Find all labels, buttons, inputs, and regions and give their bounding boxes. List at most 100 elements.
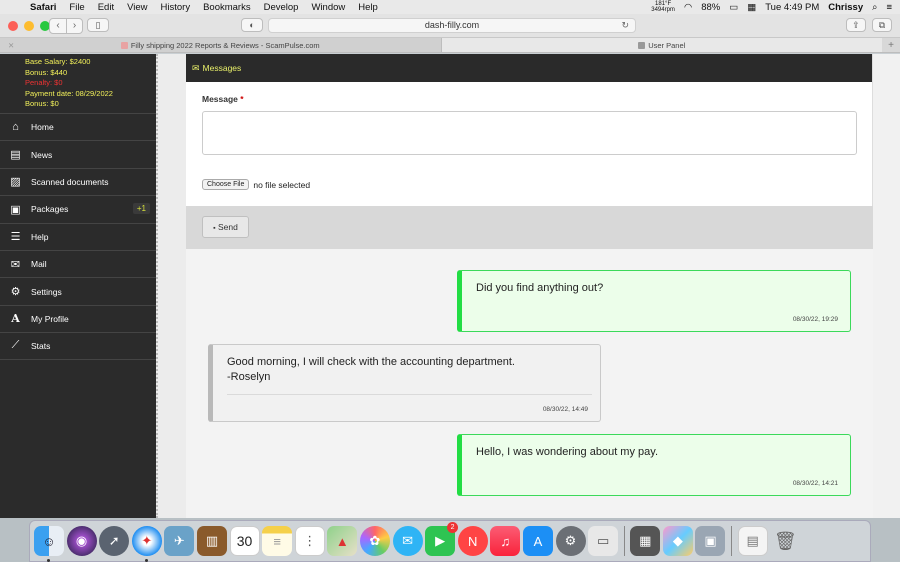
file-upload: Choose File no file selected	[202, 179, 856, 190]
tab-user-panel[interactable]: User Panel	[441, 38, 882, 52]
tab-scampulse[interactable]: ✕ Filly shipping 2022 Reports & Reviews …	[0, 38, 442, 52]
siri-icon[interactable]: ◉	[66, 526, 97, 556]
notes-icon[interactable]: ≡	[262, 526, 293, 556]
privacy-shield-icon[interactable]: ◐	[241, 18, 263, 32]
menu-file[interactable]: File	[69, 2, 84, 13]
close-window-button[interactable]	[8, 21, 18, 31]
image-capture-icon[interactable]: ▣	[695, 526, 726, 556]
menu-edit[interactable]: Edit	[98, 2, 114, 13]
sidebar-item-settings[interactable]: ⚙ Settings	[0, 277, 156, 304]
preview-icon[interactable]: ✈	[164, 526, 195, 556]
menu-window[interactable]: Window	[311, 2, 345, 13]
battery-icon[interactable]: ▭	[729, 2, 738, 13]
bonus: Bonus: $440	[25, 67, 68, 77]
new-tab-icon[interactable]: +	[882, 38, 900, 52]
battery-percent[interactable]: 88%	[701, 2, 720, 13]
instruments-icon[interactable]: ◆	[662, 526, 693, 556]
envelope-icon: ✉	[192, 63, 200, 73]
menu-app-name[interactable]: Safari	[30, 2, 56, 13]
temperature-readout[interactable]: 181°F 3494rpm	[651, 1, 675, 13]
documents-icon: ▨	[10, 176, 21, 189]
sidebar-item-label: Settings	[31, 286, 62, 297]
menu-bookmarks[interactable]: Bookmarks	[203, 2, 251, 13]
safari-icon[interactable]: ✦	[131, 526, 162, 562]
music-icon[interactable]: ♫	[490, 526, 521, 556]
calculator-icon[interactable]: ▦	[630, 526, 661, 556]
user-name[interactable]: Chrissy	[828, 2, 863, 13]
sidebar-item-label: Mail	[31, 259, 47, 270]
address-bar[interactable]: dash-filly.com ↻	[268, 18, 636, 33]
share-icon[interactable]: ⇪	[846, 18, 866, 32]
close-tab-icon[interactable]: ✕	[8, 38, 14, 53]
message-divider	[227, 394, 592, 395]
sidebar-item-home[interactable]: ⌂ Home	[0, 113, 156, 140]
panel-title: Messages	[202, 63, 242, 73]
trash-icon[interactable]: 🗑	[770, 526, 800, 556]
finder-icon[interactable]: ☺	[34, 526, 64, 562]
sidebar-item-scanned-documents[interactable]: ▨ Scanned documents	[0, 167, 156, 195]
messages-icon[interactable]: ✉	[392, 526, 423, 556]
choose-file-button[interactable]: Choose File	[202, 179, 250, 190]
mail-icon: ✉	[10, 258, 21, 271]
send-label: Send	[218, 222, 238, 232]
sidebar-item-label: Stats	[31, 340, 51, 351]
send-button[interactable]: ▪ Send	[202, 216, 249, 238]
menu-history[interactable]: History	[161, 2, 191, 13]
wifi-icon[interactable]: ◠	[684, 2, 692, 13]
back-button[interactable]: ‹	[50, 19, 66, 33]
document-icon[interactable]: ▤	[737, 526, 768, 556]
save-disk-icon: ▪	[213, 225, 216, 232]
sidebar-item-my-profile[interactable]: A My Profile	[0, 304, 156, 332]
history-nav: ‹ ›	[49, 18, 83, 34]
tab-overview-icon[interactable]: ⧉	[872, 18, 892, 32]
app-store-icon[interactable]: A	[522, 526, 553, 556]
payment-date: Payment date: 08/29/2022	[25, 88, 113, 98]
sidebar-item-label: Home	[31, 122, 54, 133]
news-icon[interactable]: N	[457, 526, 488, 556]
sidebar-item-help[interactable]: ☰ Help	[0, 222, 156, 250]
reload-icon[interactable]: ↻	[621, 19, 629, 32]
url-text: dash-filly.com	[424, 20, 480, 30]
conversation: Did you find anything out? 08/30/22, 19:…	[186, 249, 873, 518]
message-timestamp: 08/30/22, 14:49	[542, 406, 588, 413]
forward-button[interactable]: ›	[66, 19, 82, 33]
control-center-icon[interactable]: ≡	[886, 2, 892, 13]
system-preferences-icon[interactable]: ⚙	[555, 526, 586, 556]
menu-bar: Safari File Edit View History Bookmarks …	[0, 0, 900, 14]
browser-toolbar: ‹ › ▯ ◐ dash-filly.com ↻ ⇪ ⧉	[0, 14, 900, 38]
menu-develop[interactable]: Develop	[264, 2, 299, 13]
sidebar-item-mail[interactable]: ✉ Mail	[0, 249, 156, 277]
tab-title: User Panel	[648, 41, 686, 50]
newspaper-icon: ▤	[10, 149, 21, 162]
message-timestamp: 08/30/22, 14:21	[792, 480, 838, 487]
dock-separator	[623, 526, 625, 556]
menu-help[interactable]: Help	[358, 2, 378, 13]
reminders-icon[interactable]: ⋮	[294, 526, 325, 556]
sidebar-item-packages[interactable]: ▣ Packages +1	[0, 195, 156, 222]
sidebar-toggle-icon[interactable]: ▯	[87, 18, 109, 32]
message-textarea[interactable]	[202, 111, 857, 155]
notes-book-icon[interactable]: ▥	[196, 526, 227, 556]
flag-icon[interactable]: ▦	[747, 2, 756, 13]
photos-icon[interactable]: ✿	[359, 526, 390, 556]
maps-icon[interactable]: ▲	[327, 526, 358, 556]
window-controls	[8, 21, 50, 31]
message-bubble-outgoing: Hello, I was wondering about my pay. 08/…	[457, 434, 851, 496]
sidebar-item-label: Help	[31, 231, 49, 242]
facetime-icon[interactable]: ▶ 2	[425, 522, 459, 556]
calendar-day: 30	[236, 533, 253, 549]
calendar-icon[interactable]: 30	[229, 526, 260, 556]
chart-icon: ⟋	[11, 339, 20, 352]
favicon-icon	[120, 42, 128, 49]
spotlight-icon[interactable]: ⌕	[872, 2, 877, 13]
keyboard-icon[interactable]: ▭	[588, 526, 619, 556]
dock-separator	[731, 526, 733, 556]
clock[interactable]: Tue 4:49 PM	[765, 2, 819, 13]
menu-view[interactable]: View	[127, 2, 147, 13]
launchpad-icon[interactable]: ➚	[99, 526, 130, 556]
account-summary: Base Salary: $2400 Bonus: $440 Penalty: …	[0, 54, 156, 110]
minimize-window-button[interactable]	[24, 21, 34, 31]
sidebar-item-news[interactable]: ▤ News	[0, 140, 156, 167]
sidebar-item-stats[interactable]: ⟋ Stats	[0, 332, 156, 360]
file-status: no file selected	[253, 179, 311, 190]
